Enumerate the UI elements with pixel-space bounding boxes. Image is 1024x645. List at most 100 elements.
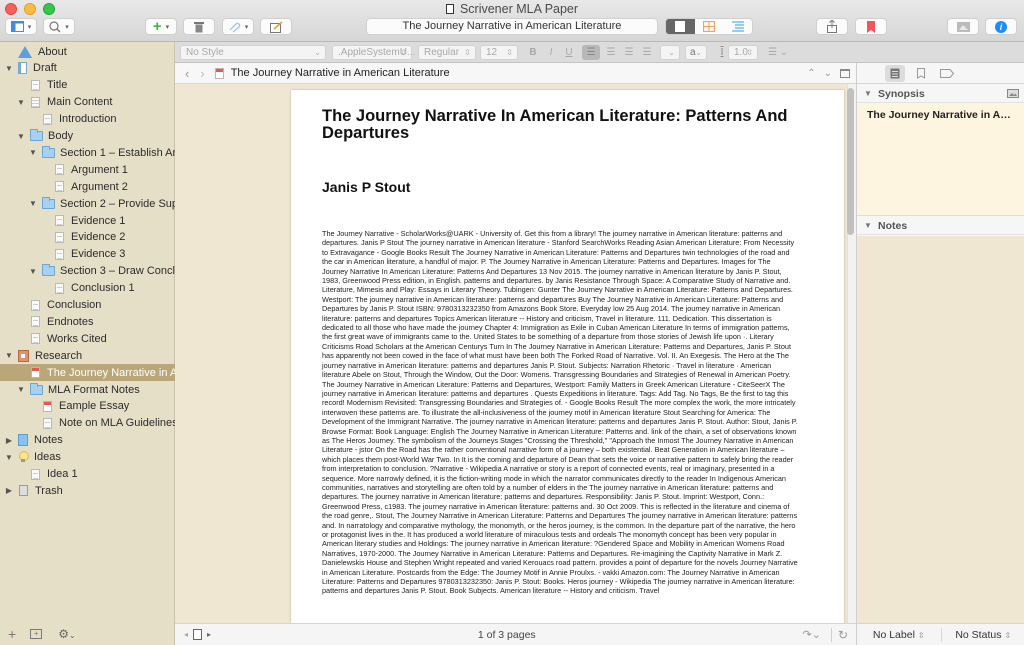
binder-item[interactable]: Evidence 2 xyxy=(0,229,175,246)
align-left-button[interactable]: ☰ xyxy=(582,45,600,60)
disclosure-triangle-icon[interactable]: ▼ xyxy=(16,385,26,394)
add-folder-icon[interactable]: + xyxy=(30,629,43,639)
binder-view-button[interactable]: ▾ xyxy=(5,18,37,35)
disclosure-triangle-icon[interactable]: ▼ xyxy=(16,132,26,141)
compose-button[interactable] xyxy=(260,18,292,35)
weight-value: Regular xyxy=(424,47,460,58)
align-right-button[interactable]: ☰ xyxy=(620,45,638,60)
notes-tab[interactable] xyxy=(885,64,905,82)
align-center-button[interactable]: ☰ xyxy=(602,45,620,60)
style-select[interactable]: No Style ⌄ xyxy=(180,45,326,60)
binder-item[interactable]: ▶ Notes xyxy=(0,432,175,449)
justify-button[interactable]: ☰ xyxy=(638,45,656,60)
binder-item[interactable]: Title xyxy=(0,77,175,94)
binder-item[interactable]: Argument 2 xyxy=(0,178,175,195)
label-select[interactable]: No Label ⇳ xyxy=(857,629,941,641)
binder-sidebar: About ▼ Draft Title ▼ Main Content Introductio… xyxy=(0,42,199,645)
binder-item[interactable]: ▶ Trash xyxy=(0,482,175,499)
rotate-button[interactable]: ↷⌄ xyxy=(803,628,821,641)
binder-item[interactable]: Works Cited xyxy=(0,330,175,347)
move-to-trash-button[interactable] xyxy=(183,18,215,35)
binder-item[interactable]: Evidence 3 xyxy=(0,246,175,263)
binder-item[interactable]: ▼ Draft xyxy=(0,60,175,77)
binder-item[interactable]: ▼ Ideas xyxy=(0,449,175,466)
search-button[interactable]: ▾ xyxy=(43,18,75,35)
list-style-button[interactable]: ☰ ⌄ xyxy=(765,45,791,60)
binder-item[interactable]: ▼ Section 1 – Establish Argu... xyxy=(0,144,198,161)
binder-item[interactable]: Argument 1 xyxy=(0,161,175,178)
binder-item[interactable]: ▼ Research xyxy=(0,347,175,364)
share-button[interactable] xyxy=(816,18,848,35)
scrollbar-thumb[interactable] xyxy=(847,88,854,235)
refresh-button[interactable]: ↻ xyxy=(838,628,848,642)
binder-item[interactable]: Idea 1 xyxy=(0,466,175,483)
status-select[interactable]: No Status ⇳ xyxy=(942,629,1024,641)
corkboard-view-button[interactable] xyxy=(694,19,724,34)
document-title-field[interactable]: The Journey Narrative in American Litera… xyxy=(366,18,658,35)
folder-icon xyxy=(30,382,43,395)
add-item-button[interactable]: + xyxy=(8,626,16,642)
editor-scrollbar[interactable] xyxy=(847,84,856,623)
bookmark-button[interactable] xyxy=(855,18,887,35)
binder-item[interactable]: Evidence 1 xyxy=(0,212,175,229)
back-button[interactable]: ‹ xyxy=(185,66,189,81)
bookmarks-tab[interactable] xyxy=(911,65,931,82)
quick-reference-button[interactable] xyxy=(947,18,979,35)
inspector-button[interactable]: i xyxy=(985,18,1017,35)
split-editor-button[interactable] xyxy=(840,68,850,78)
binder-item-label: Conclusion 1 xyxy=(71,282,135,295)
disclosure-triangle-icon[interactable]: ▼ xyxy=(16,98,26,107)
binder-item[interactable]: Eample Essay xyxy=(0,398,175,415)
binder-item[interactable]: ▼ Main Content xyxy=(0,94,175,111)
binder-item[interactable]: About xyxy=(0,43,175,60)
bold-button[interactable]: B xyxy=(524,45,542,60)
italic-button[interactable]: I xyxy=(542,45,560,60)
disclosure-triangle-icon[interactable]: ▼ xyxy=(28,148,38,157)
editor-area: The Journey Narrative In American Litera… xyxy=(175,84,856,630)
outline-view-button[interactable] xyxy=(723,19,752,34)
attach-button[interactable]: ▾ xyxy=(222,18,254,35)
previous-page-button[interactable]: ◂ xyxy=(184,630,188,639)
synopsis-header[interactable]: ▼ Synopsis xyxy=(857,85,1024,103)
gear-icon[interactable]: ⚙⌄ xyxy=(58,627,75,641)
pdf-page[interactable]: The Journey Narrative In American Litera… xyxy=(291,90,844,630)
binder-item[interactable]: ▼ Section 2 – Provide Suppo... xyxy=(0,195,199,212)
disclosure-triangle-icon[interactable]: ▼ xyxy=(28,199,38,208)
forward-button[interactable]: › xyxy=(200,66,204,81)
disclosure-triangle-icon[interactable]: ▼ xyxy=(4,453,14,462)
previous-document-button[interactable]: ⌃ xyxy=(807,68,815,79)
font-select[interactable]: .AppleSystemU... ⇳ xyxy=(332,45,415,60)
editor-footer: ◂ ▸ 1 of 3 pages ↷⌄ ↻ xyxy=(175,623,856,645)
binder-item[interactable]: Note on MLA Guidelines xyxy=(0,415,178,432)
notes-header[interactable]: ▼ Notes xyxy=(857,217,1024,235)
text-color-select[interactable]: a ⌄ xyxy=(685,45,707,60)
editor-header: ‹ › The Journey Narrative in American Li… xyxy=(175,63,856,84)
binder-item[interactable]: Conclusion 1 xyxy=(0,280,175,297)
binder-item-label: The Journey Narrative in Am... xyxy=(47,366,196,379)
disclosure-triangle-icon[interactable]: ▶ xyxy=(4,486,14,495)
disclosure-triangle-icon[interactable]: ▼ xyxy=(28,267,38,276)
binder-item[interactable]: Conclusion xyxy=(0,297,175,314)
next-document-button[interactable]: ⌄ xyxy=(824,68,832,79)
image-icon[interactable] xyxy=(1007,89,1019,98)
editor-header-title[interactable]: The Journey Narrative in American Litera… xyxy=(231,67,450,79)
line-spacing-select[interactable]: 1.0 ⇳ xyxy=(728,45,758,60)
binder-item[interactable]: The Journey Narrative in Am... xyxy=(0,364,196,382)
disclosure-triangle-icon[interactable]: ▶ xyxy=(4,436,14,445)
font-size-select[interactable]: 12 ⇳ xyxy=(480,45,518,60)
binder-item[interactable]: ▼ Section 3 – Draw Conclusi... xyxy=(0,263,198,280)
binder-item[interactable]: Endnotes xyxy=(0,313,175,330)
binder-item[interactable]: Introduction xyxy=(0,111,175,128)
binder-item[interactable]: ▼ MLA Format Notes xyxy=(0,381,175,398)
binder-item[interactable]: ▼ Body xyxy=(0,128,175,145)
underline-button[interactable]: U xyxy=(560,45,578,60)
disclosure-triangle-icon[interactable]: ▼ xyxy=(4,351,14,360)
notes-area[interactable] xyxy=(857,236,1024,623)
metadata-tab[interactable] xyxy=(937,65,957,82)
disclosure-triangle-icon[interactable]: ▼ xyxy=(4,64,14,73)
document-view-button[interactable] xyxy=(666,19,695,34)
add-item-button[interactable]: + ▾ xyxy=(145,18,177,35)
font-weight-select[interactable]: Regular ⇳ xyxy=(418,45,476,60)
synopsis-area[interactable]: The Journey Narrative in Americ... xyxy=(857,103,1024,216)
highlight-color-select[interactable]: ⌄ xyxy=(660,45,680,60)
